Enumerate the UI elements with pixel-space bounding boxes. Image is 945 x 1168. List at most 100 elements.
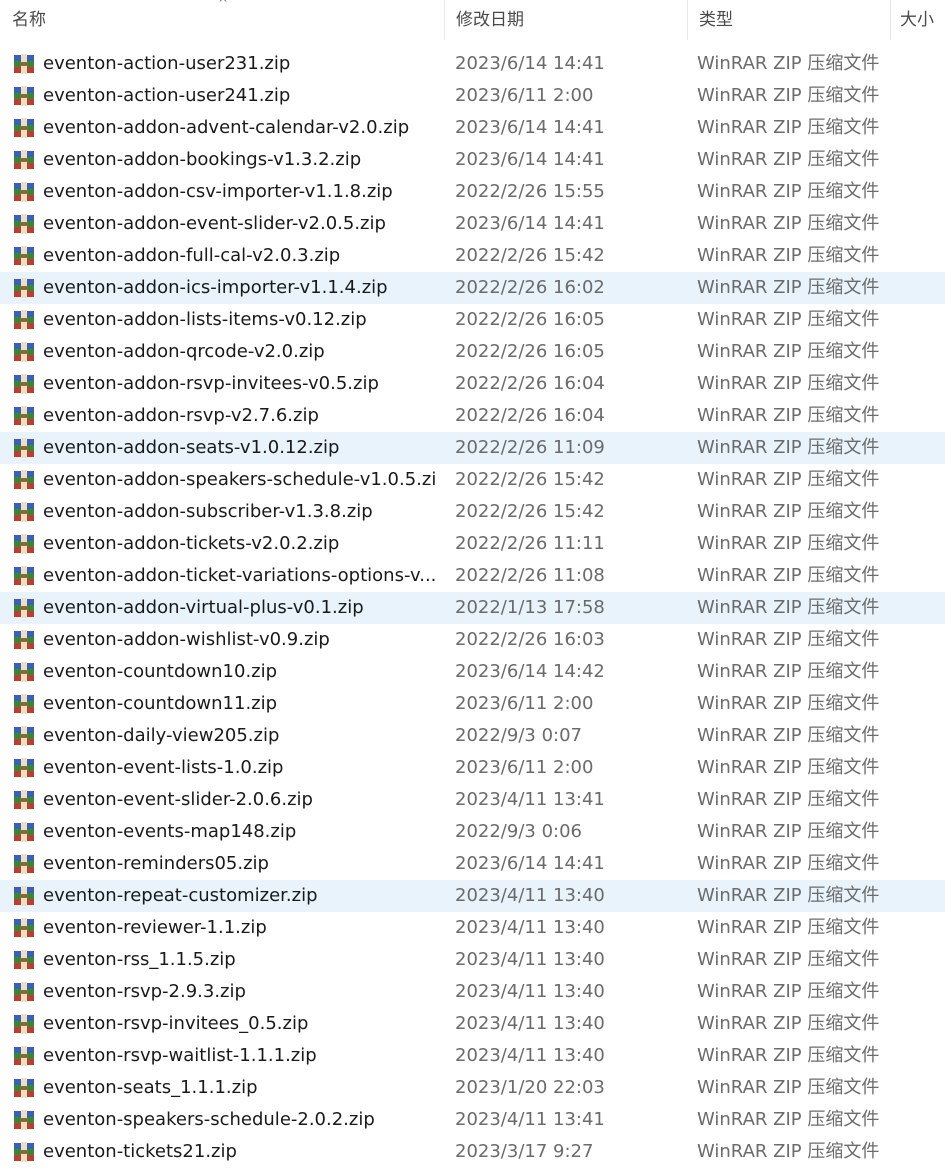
file-row[interactable]: eventon-tickets21.zip 2023/3/17 9:27 WinRA… xyxy=(0,1136,945,1168)
file-row[interactable]: eventon-addon-lists-items-v0.12.zip 2022/… xyxy=(0,304,945,336)
winrar-archive-icon xyxy=(13,438,35,458)
file-modified-date: 2022/2/26 11:09 xyxy=(455,437,605,458)
file-row[interactable]: eventon-addon-speakers-schedule-v1.0.5.z… xyxy=(0,464,945,496)
file-row[interactable]: eventon-seats_1.1.1.zip 2023/1/20 22:03 Wi… xyxy=(0,1072,945,1104)
file-type: WinRAR ZIP 压缩文件 xyxy=(697,725,880,746)
file-row[interactable]: eventon-event-slider-2.0.6.zip 2023/4/11 … xyxy=(0,784,945,816)
file-row[interactable]: eventon-addon-seats-v1.0.12.zip 2022/2/26… xyxy=(0,432,945,464)
file-modified-date: 2022/2/26 15:42 xyxy=(455,469,605,490)
winrar-archive-icon xyxy=(13,182,35,202)
file-row[interactable]: eventon-daily-view205.zip 2022/9/3 0:07 Wi… xyxy=(0,720,945,752)
file-row[interactable]: eventon-addon-rsvp-v2.7.6.zip 2022/2/26 1… xyxy=(0,400,945,432)
column-header-modified[interactable]: 修改日期 xyxy=(444,0,687,40)
winrar-archive-icon xyxy=(13,470,35,490)
file-modified-date: 2023/6/14 14:41 xyxy=(455,213,605,234)
file-row[interactable]: eventon-speakers-schedule-2.0.2.zip 2023/… xyxy=(0,1104,945,1136)
file-row[interactable]: eventon-rsvp-waitlist-1.1.1.zip 2023/4/11… xyxy=(0,1040,945,1072)
file-type: WinRAR ZIP 压缩文件 xyxy=(697,149,880,170)
file-name: eventon-addon-rsvp-v2.7.6.zip xyxy=(43,405,319,426)
winrar-archive-icon xyxy=(13,1142,35,1162)
file-row[interactable]: eventon-rss_1.1.5.zip 2023/4/11 13:40 WinR… xyxy=(0,944,945,976)
file-name: eventon-addon-lists-items-v0.12.zip xyxy=(43,309,367,330)
winrar-archive-icon xyxy=(13,86,35,106)
file-type: WinRAR ZIP 压缩文件 xyxy=(697,949,880,970)
file-type: WinRAR ZIP 压缩文件 xyxy=(697,181,880,202)
sort-ascending-icon: ^ xyxy=(218,0,229,10)
winrar-archive-icon xyxy=(13,566,35,586)
file-row[interactable]: eventon-addon-wishlist-v0.9.zip 2022/2/26… xyxy=(0,624,945,656)
column-header-size[interactable]: 大小 xyxy=(890,0,945,40)
file-type: WinRAR ZIP 压缩文件 xyxy=(697,373,880,394)
file-row[interactable]: eventon-addon-ticket-variations-options-… xyxy=(0,560,945,592)
file-row[interactable]: eventon-reviewer-1.1.zip 2023/4/11 13:40 W… xyxy=(0,912,945,944)
winrar-archive-icon xyxy=(13,310,35,330)
file-name: eventon-addon-virtual-plus-v0.1.zip xyxy=(43,597,364,618)
file-name: eventon-event-slider-2.0.6.zip xyxy=(43,789,313,810)
file-row[interactable]: eventon-addon-csv-importer-v1.1.8.zip 202… xyxy=(0,176,945,208)
file-name: eventon-daily-view205.zip xyxy=(43,725,280,746)
file-name: eventon-action-user241.zip xyxy=(43,85,291,106)
file-row[interactable]: eventon-addon-full-cal-v2.0.3.zip 2022/2/… xyxy=(0,240,945,272)
file-name: eventon-action-user231.zip xyxy=(43,53,291,74)
file-name: eventon-rss_1.1.5.zip xyxy=(43,949,236,970)
winrar-archive-icon xyxy=(13,502,35,522)
file-name: eventon-speakers-schedule-2.0.2.zip xyxy=(43,1109,375,1130)
winrar-archive-icon xyxy=(13,630,35,650)
file-name: eventon-addon-tickets-v2.0.2.zip xyxy=(43,533,340,554)
file-name: eventon-addon-wishlist-v0.9.zip xyxy=(43,629,330,650)
winrar-archive-icon xyxy=(13,534,35,554)
file-modified-date: 2022/2/26 11:11 xyxy=(455,533,605,554)
file-modified-date: 2023/6/14 14:42 xyxy=(455,661,605,682)
file-name: eventon-events-map148.zip xyxy=(43,821,297,842)
file-type: WinRAR ZIP 压缩文件 xyxy=(697,981,880,1002)
file-modified-date: 2023/1/20 22:03 xyxy=(455,1077,605,1098)
file-row[interactable]: eventon-countdown11.zip 2023/6/11 2:00 Win… xyxy=(0,688,945,720)
file-type: WinRAR ZIP 压缩文件 xyxy=(697,341,880,362)
file-row[interactable]: eventon-addon-ics-importer-v1.1.4.zip 202… xyxy=(0,272,945,304)
winrar-archive-icon xyxy=(13,214,35,234)
file-modified-date: 2023/6/14 14:41 xyxy=(455,853,605,874)
file-row[interactable]: eventon-addon-advent-calendar-v2.0.zip 20… xyxy=(0,112,945,144)
file-row[interactable]: eventon-addon-qrcode-v2.0.zip 2022/2/26 1… xyxy=(0,336,945,368)
file-row[interactable]: eventon-addon-rsvp-invitees-v0.5.zip 2022… xyxy=(0,368,945,400)
file-type: WinRAR ZIP 压缩文件 xyxy=(697,757,880,778)
file-name: eventon-countdown10.zip xyxy=(43,661,278,682)
file-row[interactable]: eventon-repeat-customizer.zip 2023/4/11 1… xyxy=(0,880,945,912)
file-type: WinRAR ZIP 压缩文件 xyxy=(697,117,880,138)
file-type: WinRAR ZIP 压缩文件 xyxy=(697,533,880,554)
file-row[interactable]: eventon-action-user231.zip 2023/6/14 14:4… xyxy=(0,48,945,80)
file-row[interactable]: eventon-addon-event-slider-v2.0.5.zip 202… xyxy=(0,208,945,240)
file-name: eventon-addon-advent-calendar-v2.0.zip xyxy=(43,117,410,138)
file-row[interactable]: eventon-addon-virtual-plus-v0.1.zip 2022/… xyxy=(0,592,945,624)
file-type: WinRAR ZIP 压缩文件 xyxy=(697,469,880,490)
file-row[interactable]: eventon-addon-bookings-v1.3.2.zip 2023/6/… xyxy=(0,144,945,176)
file-modified-date: 2022/2/26 16:05 xyxy=(455,309,605,330)
file-row[interactable]: eventon-countdown10.zip 2023/6/14 14:42 Wi… xyxy=(0,656,945,688)
file-row[interactable]: eventon-reminders05.zip 2023/6/14 14:41 Wi… xyxy=(0,848,945,880)
file-list: eventon-action-user231.zip 2023/6/14 14:4… xyxy=(0,48,945,1168)
file-modified-date: 2023/6/11 2:00 xyxy=(455,85,594,106)
file-modified-date: 2023/6/11 2:00 xyxy=(455,757,594,778)
file-name: eventon-addon-subscriber-v1.3.8.zip xyxy=(43,501,373,522)
winrar-archive-icon xyxy=(13,982,35,1002)
file-name: eventon-reviewer-1.1.zip xyxy=(43,917,267,938)
file-modified-date: 2022/2/26 16:02 xyxy=(455,277,605,298)
file-row[interactable]: eventon-rsvp-2.9.3.zip 2023/4/11 13:40 Win… xyxy=(0,976,945,1008)
file-type: WinRAR ZIP 压缩文件 xyxy=(697,277,880,298)
file-type: WinRAR ZIP 压缩文件 xyxy=(697,1045,880,1066)
file-name: eventon-addon-seats-v1.0.12.zip xyxy=(43,437,340,458)
file-row[interactable]: eventon-addon-subscriber-v1.3.8.zip 2022/… xyxy=(0,496,945,528)
file-row[interactable]: eventon-rsvp-invitees_0.5.zip 2023/4/11 1… xyxy=(0,1008,945,1040)
winrar-archive-icon xyxy=(13,1110,35,1130)
file-name: eventon-addon-event-slider-v2.0.5.zip xyxy=(43,213,386,234)
file-name: eventon-tickets21.zip xyxy=(43,1141,237,1162)
file-type: WinRAR ZIP 压缩文件 xyxy=(697,789,880,810)
winrar-archive-icon xyxy=(13,758,35,778)
file-row[interactable]: eventon-events-map148.zip 2022/9/3 0:06 Wi… xyxy=(0,816,945,848)
file-type: WinRAR ZIP 压缩文件 xyxy=(697,1141,880,1162)
file-row[interactable]: eventon-action-user241.zip 2023/6/11 2:00… xyxy=(0,80,945,112)
winrar-archive-icon xyxy=(13,822,35,842)
column-header-type[interactable]: 类型 xyxy=(687,0,890,40)
file-row[interactable]: eventon-event-lists-1.0.zip 2023/6/11 2:0… xyxy=(0,752,945,784)
file-row[interactable]: eventon-addon-tickets-v2.0.2.zip 2022/2/2… xyxy=(0,528,945,560)
